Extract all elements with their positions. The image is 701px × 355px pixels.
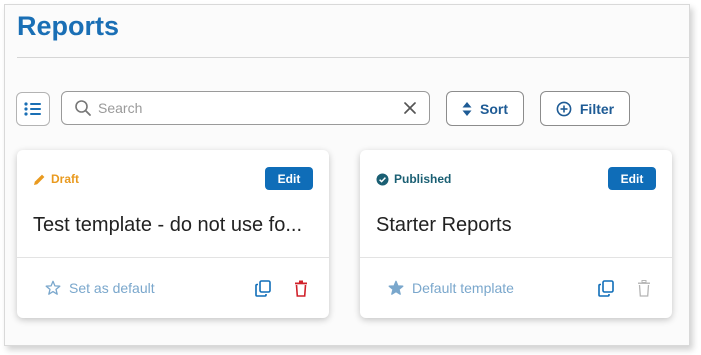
header-divider	[17, 57, 689, 58]
report-card[interactable]: Published Edit Starter Reports Default t…	[360, 150, 672, 318]
edit-button[interactable]: Edit	[265, 167, 313, 190]
default-template-label: Default template	[412, 280, 514, 296]
card-title: Test template - do not use fo...	[33, 214, 303, 236]
search-icon	[74, 99, 92, 117]
edit-button[interactable]: Edit	[608, 167, 656, 190]
card-divider	[360, 257, 672, 258]
list-view-button[interactable]	[16, 92, 50, 126]
report-card[interactable]: Draft Edit Test template - do not use fo…	[17, 150, 329, 318]
search-input[interactable]	[96, 99, 402, 117]
filter-label: Filter	[579, 100, 615, 117]
status-label: Draft	[51, 172, 80, 186]
copy-icon[interactable]	[255, 280, 271, 297]
list-icon	[24, 102, 41, 116]
set-default-label: Set as default	[69, 280, 155, 296]
status-label: Published	[394, 172, 452, 186]
set-default-link[interactable]: Set as default	[45, 280, 155, 296]
clear-search-icon[interactable]	[402, 100, 418, 116]
check-circle-icon	[376, 173, 389, 185]
card-divider	[17, 257, 329, 258]
filter-button[interactable]: Filter	[540, 91, 630, 126]
reports-panel: Reports Sort	[4, 4, 690, 346]
status-badge: Draft	[33, 172, 79, 186]
delete-icon-disabled	[637, 280, 651, 297]
status-badge: Published	[376, 172, 451, 186]
star-filled-icon	[388, 280, 404, 295]
delete-icon[interactable]	[294, 280, 308, 297]
page-title: Reports	[17, 11, 120, 41]
star-outline-icon	[45, 280, 61, 295]
search-box[interactable]	[61, 91, 430, 125]
default-template-indicator: Default template	[388, 280, 514, 296]
pencil-icon	[34, 174, 45, 185]
sort-label: Sort	[480, 100, 508, 117]
card-title: Starter Reports	[376, 214, 512, 236]
copy-icon[interactable]	[598, 280, 614, 297]
sort-button[interactable]: Sort	[446, 91, 524, 126]
add-filter-icon	[556, 101, 572, 116]
sort-icon	[462, 101, 472, 116]
